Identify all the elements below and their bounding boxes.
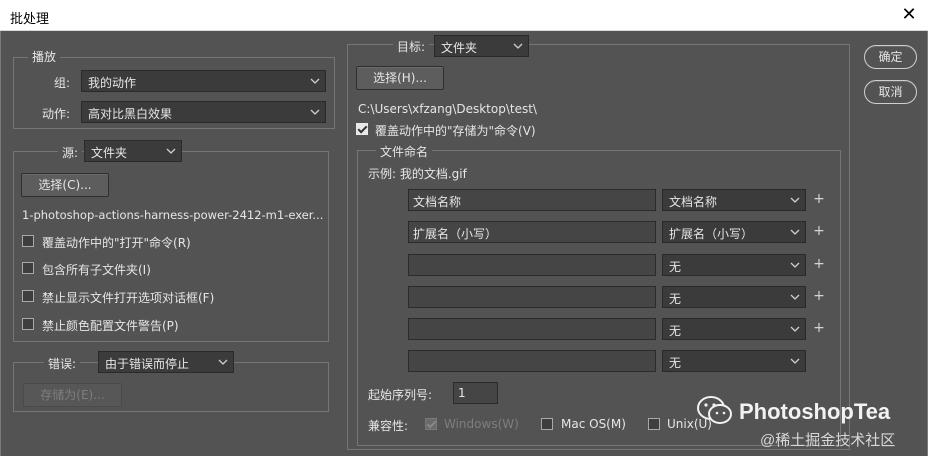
add-row-icon[interactable]: +: [813, 191, 825, 207]
action-select-value: 高对比黑白效果: [88, 107, 173, 121]
include-subfolders-checkbox[interactable]: [22, 262, 34, 274]
naming-select-5[interactable]: 无: [662, 318, 806, 340]
chevron-down-icon: [310, 78, 320, 84]
chevron-down-icon: [790, 262, 800, 268]
override-open-checkbox[interactable]: [22, 235, 34, 247]
chevron-down-icon: [790, 358, 800, 364]
naming-select-1-value: 文档名称: [669, 195, 718, 209]
watermark-site: @稀土掘金技术社区: [760, 432, 896, 449]
compat-unix-checkbox[interactable]: [648, 418, 660, 430]
naming-field-2[interactable]: 扩展名（小写）: [408, 221, 656, 243]
override-open-label: 覆盖动作中的"打开"命令(R): [42, 236, 191, 250]
add-row-icon[interactable]: +: [813, 256, 825, 272]
naming-select-1[interactable]: 文档名称: [662, 189, 806, 211]
action-label: 动作:: [42, 107, 71, 121]
suppress-open-dialogs-label: 禁止显示文件打开选项对话框(F): [42, 291, 215, 305]
play-legend: 播放: [28, 48, 61, 65]
errors-save-as-button[interactable]: 存储为(E)...: [23, 383, 122, 407]
naming-example: 示例: 我的文档.gif: [368, 167, 467, 181]
window-title: 批处理: [10, 12, 50, 27]
override-save-checkbox[interactable]: [356, 123, 368, 135]
wechat-icon: [697, 396, 732, 424]
naming-field-6[interactable]: [408, 350, 656, 372]
chevron-down-icon: [790, 229, 800, 235]
close-icon[interactable]: ✕: [898, 5, 920, 25]
naming-select-3[interactable]: 无: [662, 254, 806, 276]
naming-select-2-value: 扩展名（小写）: [669, 227, 754, 241]
errors-select-value: 由于错误而停止: [105, 357, 190, 371]
override-save-label: 覆盖动作中的"存储为"命令(V): [375, 124, 536, 138]
ok-button[interactable]: 确定: [864, 45, 917, 69]
naming-select-5-value: 无: [669, 324, 682, 338]
naming-select-4[interactable]: 无: [662, 286, 806, 308]
compat-label: 兼容性:: [368, 419, 409, 433]
chevron-down-icon: [513, 43, 523, 49]
errors-select[interactable]: 由于错误而停止: [98, 351, 234, 373]
set-label: 组:: [54, 76, 71, 90]
watermark-brand: PhotoshopTea: [739, 399, 891, 424]
naming-select-4-value: 无: [669, 292, 682, 306]
suppress-profile-warnings-label: 禁止颜色配置文件警告(P): [42, 319, 179, 333]
destination-select[interactable]: 文件夹: [434, 35, 529, 57]
source-path: 1-photoshop-actions-harness-power-2412-m…: [22, 208, 324, 222]
compat-mac-label: Mac OS(M): [561, 417, 626, 431]
source-label: 源:: [58, 144, 83, 161]
compat-windows-label: Windows(W): [444, 417, 519, 431]
destination-choose-button[interactable]: 选择(H)...: [356, 66, 444, 90]
set-select[interactable]: 我的动作: [81, 70, 326, 92]
errors-label: 错误:: [44, 355, 81, 372]
title-bar: 批处理 ✕: [0, 0, 928, 31]
compat-mac-checkbox[interactable]: [541, 418, 553, 430]
set-select-value: 我的动作: [88, 76, 137, 90]
naming-field-3[interactable]: [408, 254, 656, 276]
source-choose-button[interactable]: 选择(C)...: [21, 173, 109, 197]
serial-label: 起始序列号:: [368, 388, 433, 402]
chevron-down-icon: [790, 294, 800, 300]
chevron-down-icon: [790, 197, 800, 203]
cancel-button[interactable]: 取消: [864, 80, 917, 104]
suppress-profile-warnings-checkbox[interactable]: [22, 318, 34, 330]
source-select[interactable]: 文件夹: [84, 140, 182, 162]
chevron-down-icon: [310, 109, 320, 115]
naming-select-3-value: 无: [669, 260, 682, 274]
compat-windows-checkbox[interactable]: [425, 418, 437, 430]
naming-select-6[interactable]: 无: [662, 350, 806, 372]
naming-legend: 文件命名: [376, 143, 433, 160]
suppress-open-dialogs-checkbox[interactable]: [22, 290, 34, 302]
destination-label: 目标:: [393, 38, 430, 55]
chevron-down-icon: [166, 148, 176, 154]
naming-select-6-value: 无: [669, 356, 682, 370]
add-row-icon[interactable]: +: [813, 320, 825, 336]
chevron-down-icon: [218, 359, 228, 365]
include-subfolders-label: 包含所有子文件夹(I): [42, 263, 151, 277]
naming-field-5[interactable]: [408, 318, 656, 340]
serial-input[interactable]: 1: [453, 382, 498, 404]
action-select[interactable]: 高对比黑白效果: [81, 101, 326, 123]
destination-select-value: 文件夹: [441, 41, 478, 55]
add-row-icon[interactable]: +: [813, 223, 825, 239]
naming-field-4[interactable]: [408, 286, 656, 308]
add-row-icon[interactable]: +: [813, 288, 825, 304]
naming-select-2[interactable]: 扩展名（小写）: [662, 221, 806, 243]
destination-path: C:\Users\xfzang\Desktop\test\: [358, 102, 537, 116]
naming-field-1[interactable]: 文档名称: [408, 189, 656, 211]
source-select-value: 文件夹: [91, 146, 128, 160]
chevron-down-icon: [790, 326, 800, 332]
